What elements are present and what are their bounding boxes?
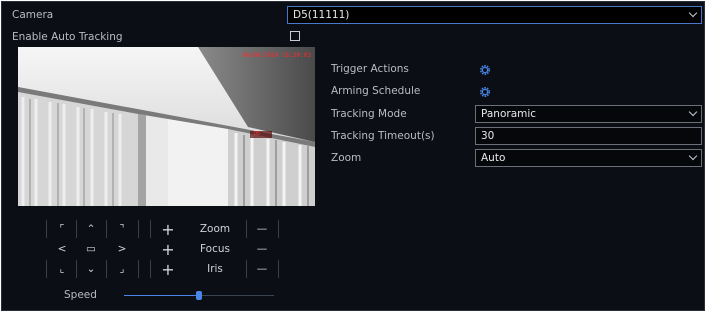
focus-near-button[interactable]: + (158, 240, 178, 259)
divider (246, 260, 247, 278)
ptz-up-button[interactable]: ⌃ (81, 220, 101, 238)
tracking-mode-value: Panoramic (481, 108, 537, 120)
focus-label: Focus (200, 243, 230, 255)
divider (246, 220, 247, 238)
auto-tracking-label: Enable Auto Tracking (12, 31, 123, 43)
tracking-timeout-input[interactable]: 30 (475, 127, 702, 145)
ptz-up-right-button[interactable]: ⌝ (112, 220, 132, 238)
chevron-down-icon (688, 151, 698, 161)
video-preview: 08/08/2024 16:20:03 D5 (18, 47, 315, 206)
iris-open-button[interactable]: + (158, 260, 178, 279)
arming-schedule-label: Arming Schedule (331, 85, 421, 97)
tracking-mode-select[interactable]: Panoramic (475, 105, 702, 123)
divider (150, 220, 151, 238)
zoom-setting-value: Auto (481, 152, 506, 164)
ptz-up-left-button[interactable]: ⌜ (52, 220, 72, 238)
auto-tracking-panel: Camera D5(11111) Enable Auto Tracking 08… (1, 1, 705, 311)
divider (46, 260, 47, 278)
chevron-down-icon (688, 8, 698, 18)
divider (150, 260, 151, 278)
camera-select[interactable]: D5(11111) (287, 6, 702, 24)
ptz-center-button[interactable]: ▭ (81, 240, 101, 258)
ptz-left-button[interactable]: < (52, 240, 72, 258)
divider (76, 260, 77, 278)
camera-label: Camera (12, 9, 54, 21)
trigger-actions-gear-icon[interactable] (479, 64, 491, 76)
iris-close-button[interactable]: — (252, 260, 272, 278)
arming-schedule-gear-icon[interactable] (479, 86, 491, 98)
divider (106, 220, 107, 238)
ptz-down-left-button[interactable]: ⌞ (52, 260, 72, 278)
chevron-down-icon (688, 107, 698, 117)
speed-slider-fill (124, 295, 199, 296)
zoom-setting-label: Zoom (331, 152, 362, 164)
speed-label: Speed (64, 289, 97, 301)
ptz-down-button[interactable]: ⌄ (81, 260, 101, 278)
auto-tracking-checkbox[interactable] (290, 31, 300, 41)
divider (138, 260, 139, 278)
zoom-out-button[interactable]: — (252, 220, 272, 238)
video-osd-timestamp: 08/08/2024 16:20:03 (242, 52, 311, 59)
divider (76, 220, 77, 238)
tracking-timeout-label: Tracking Timeout(s) (331, 130, 435, 142)
tracking-mode-label: Tracking Mode (331, 108, 407, 120)
focus-far-button[interactable]: — (252, 240, 272, 258)
divider (46, 220, 47, 238)
ptz-right-button[interactable]: > (112, 240, 132, 258)
speed-slider-handle[interactable] (196, 291, 202, 300)
divider (106, 260, 107, 278)
trigger-actions-label: Trigger Actions (331, 63, 409, 75)
divider (278, 220, 279, 238)
ptz-down-right-button[interactable]: ⌟ (112, 260, 132, 278)
video-osd-tag: D5 (254, 131, 261, 137)
tracking-timeout-value: 30 (481, 130, 495, 142)
zoom-setting-select[interactable]: Auto (475, 149, 702, 167)
zoom-label: Zoom (199, 223, 231, 235)
iris-label: Iris (207, 263, 223, 275)
divider (278, 260, 279, 278)
video-frame-image (18, 47, 315, 206)
zoom-in-button[interactable]: + (158, 220, 178, 239)
camera-select-value: D5(11111) (293, 9, 350, 21)
divider (138, 220, 139, 238)
